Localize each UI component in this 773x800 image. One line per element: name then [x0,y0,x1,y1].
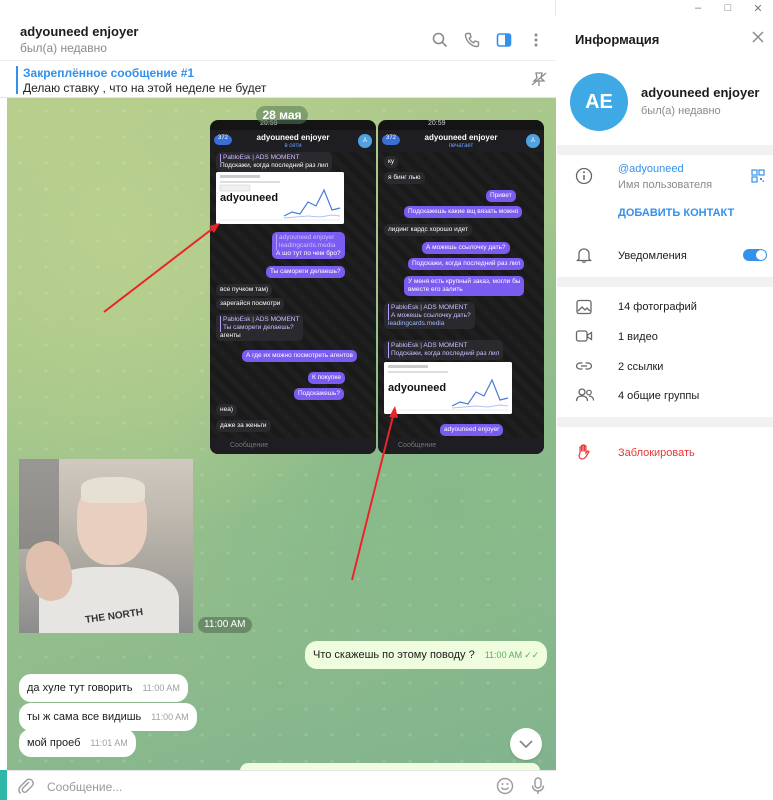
username[interactable]: @adyouneed [618,163,684,175]
message-text: да хуле тут говорить [27,682,133,694]
media-photos-label: 14 фотографий [618,301,697,313]
notifications-toggle[interactable] [743,249,767,261]
contact-name: adyouneed enjoyer [641,85,760,100]
username-caption: Имя пользователя [618,179,713,191]
section-divider [557,277,773,287]
info-title: Информация [575,32,660,47]
section-divider [557,417,773,427]
contact-status: был(а) недавно [641,105,721,117]
attach-icon[interactable] [17,777,35,798]
notifications-label: Уведомления [618,250,687,262]
message-time: 11:01 AM [90,738,128,748]
read-checkmarks-icon: ✓✓ [524,649,540,660]
message-incoming[interactable]: да хуле тут говорить 11:00 AM [19,674,188,702]
chevron-down-icon [519,740,533,749]
hand-stop-icon [575,443,593,464]
telegram-window: – □ ✕ adyouneed enjoyer был(а) недавно З… [0,0,773,800]
message-text: мой проеб [27,737,81,749]
message-incoming[interactable]: ты ж сама все видишь 11:00 AM [19,703,197,731]
date-separator: 28 мая [256,106,308,124]
message-composer [7,770,556,800]
chat-column: adyouneed enjoyer был(а) недавно Закрепл [0,0,556,800]
arrow-head-icon [389,406,398,418]
group-icon [575,386,595,407]
window-controls: – □ ✕ [683,0,773,16]
maximize-button[interactable]: □ [713,0,743,16]
message-text: ты ж сама все видишь [27,711,142,723]
media-links-label: 2 ссылки [618,361,664,373]
info-icon [575,167,593,188]
link-icon [575,357,593,378]
video-icon [575,327,593,348]
minimize-button[interactable]: – [683,0,713,16]
photo-icon [575,298,593,319]
photo-hair [81,477,145,503]
message-incoming[interactable]: мой проеб 11:01 AM [19,729,136,757]
emoji-icon[interactable] [496,777,514,798]
message-time: 11:00 AM [142,683,180,693]
info-panel: Информация AE adyouneed enjoyer был(а) н… [557,0,773,800]
add-contact-button[interactable]: ДОБАВИТЬ КОНТАКТ [618,207,734,219]
message-time: 11:00 AM [484,650,523,660]
close-icon[interactable] [751,30,765,47]
message-outgoing[interactable]: Что скажешь по этому поводу ? 11:00 AM ✓… [305,641,548,669]
message-time: 11:00 AM [151,712,189,722]
block-user-label: Заблокировать [618,447,695,459]
scroll-down-button[interactable] [510,728,542,760]
arrow-head-icon [209,223,220,233]
photo-timestamp: 11:00 AM [198,617,252,633]
photo-background [19,459,59,549]
microphone-icon[interactable] [530,777,546,798]
avatar[interactable]: AE [570,73,628,131]
message-input[interactable] [47,778,427,796]
section-divider [557,145,773,155]
qr-code-icon[interactable] [751,169,765,186]
photo-message[interactable]: THE NORTH [19,459,193,633]
media-videos-label: 1 видео [618,331,658,343]
message-text: Что скажешь по этому поводу ? [313,649,475,661]
common-groups-label: 4 общие группы [618,390,700,402]
bell-icon [575,246,593,267]
window-close-button[interactable]: ✕ [743,0,773,16]
